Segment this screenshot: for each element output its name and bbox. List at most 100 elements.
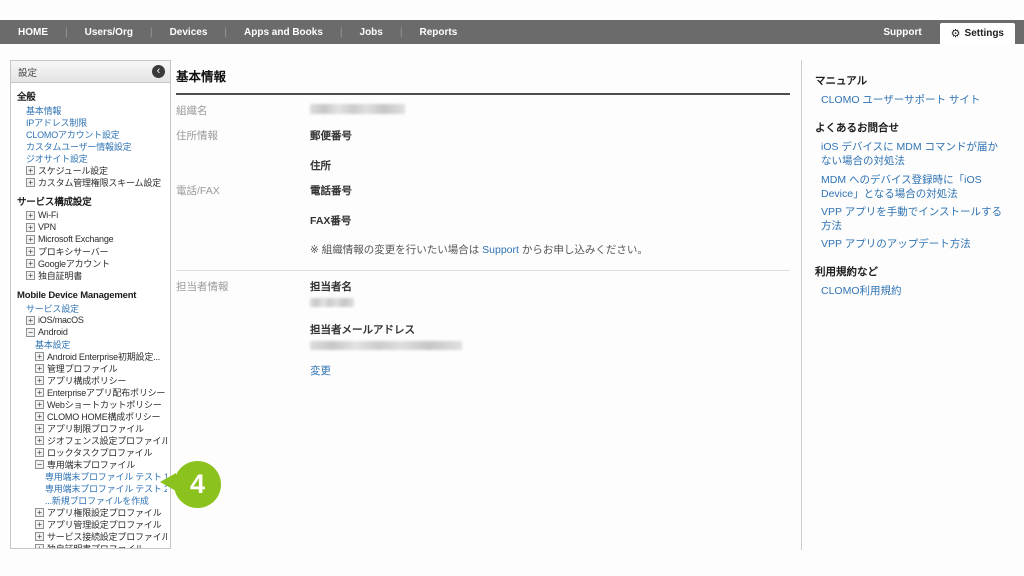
org-change-note: ※ 組織情報の変更を行いたい場合は Support からお申し込みください。 (310, 242, 790, 257)
sidebar-item[interactable]: −Android (15, 326, 167, 338)
sidebar-item[interactable]: サービス設定 (15, 302, 167, 314)
expand-minus-icon[interactable]: − (26, 328, 35, 337)
collapse-sidebar-icon[interactable]: ‹ (152, 65, 165, 78)
sidebar-item[interactable]: ジオサイト設定 (15, 152, 167, 164)
expand-plus-icon[interactable]: + (35, 532, 44, 541)
nav-item-apps-and-books[interactable]: Apps and Books (227, 27, 340, 38)
sidebar-item[interactable]: +Enterpriseアプリ配布ポリシー (15, 386, 167, 398)
sidebar-item-label: サービス設定 (26, 302, 79, 314)
sidebar-item[interactable]: +Microsoft Exchange (15, 233, 167, 245)
expand-minus-icon[interactable]: − (35, 460, 44, 469)
sidebar-item[interactable]: +スケジュール設定 (15, 164, 167, 176)
change-link[interactable]: 変更 (310, 363, 462, 378)
sidebar-item[interactable]: +カスタム管理権限スキーム設定 (15, 176, 167, 188)
sidebar-item[interactable]: カスタムユーザー情報設定 (15, 140, 167, 152)
nav-item-reports[interactable]: Reports (402, 27, 474, 38)
expand-plus-icon[interactable]: + (35, 448, 44, 457)
top-navigation-bar: HOME|Users/Org|Devices|Apps and Books|Jo… (0, 20, 1024, 44)
help-link[interactable]: CLOMO ユーザーサポート サイト (815, 91, 1003, 109)
phone-fax-label: 電話/FAX (176, 183, 310, 228)
nav-item-users-org[interactable]: Users/Org (68, 27, 150, 38)
help-link[interactable]: MDM へのデバイス登録時に「iOS Device」となる場合の対処法 (815, 171, 1003, 203)
expand-plus-icon[interactable]: + (35, 508, 44, 517)
sidebar-item-label: ジオサイト設定 (26, 152, 88, 164)
support-link[interactable]: Support (482, 244, 519, 256)
expand-plus-icon[interactable]: + (26, 271, 35, 280)
sidebar-item[interactable]: +ジオフェンス設定プロファイル (15, 434, 167, 446)
sidebar-item[interactable]: +Googleアカウント (15, 257, 167, 269)
sidebar-item[interactable]: +管理プロファイル (15, 362, 167, 374)
expand-plus-icon[interactable]: + (35, 376, 44, 385)
sidebar-item[interactable]: +独自証明書 (15, 269, 167, 281)
sidebar-item[interactable]: ...新規プロファイルを作成 (15, 494, 167, 506)
sidebar-item[interactable]: +アプリ制限プロファイル (15, 422, 167, 434)
expand-plus-icon[interactable]: + (35, 412, 44, 421)
sidebar-item[interactable]: +アプリ構成ポリシー (15, 374, 167, 386)
contact-info-label: 担当者情報 (176, 279, 310, 378)
expand-plus-icon[interactable]: + (35, 436, 44, 445)
sidebar-item-label: Microsoft Exchange (38, 234, 113, 244)
sidebar-item[interactable]: +Android Enterprise初期設定... (15, 350, 167, 362)
help-link[interactable]: VPP アプリを手動でインストールする方法 (815, 203, 1003, 235)
sidebar-item[interactable]: +ロックタスクプロファイル (15, 446, 167, 458)
nav-item-jobs[interactable]: Jobs (343, 27, 400, 38)
expand-plus-icon[interactable]: + (35, 388, 44, 397)
phone-fax-row: 電話/FAX 電話番号 FAX番号 (176, 173, 790, 228)
sidebar-item[interactable]: +Wi-Fi (15, 209, 167, 221)
nav-tab-settings[interactable]: ⚙ Settings (940, 23, 1015, 44)
help-link[interactable]: CLOMO利用規約 (815, 282, 1003, 300)
sidebar-item-label: Android Enterprise初期設定... (47, 350, 160, 362)
help-link[interactable]: iOS デバイスに MDM コマンドが届かない場合の対処法 (815, 138, 1003, 170)
sidebar-item[interactable]: 基本設定 (15, 338, 167, 350)
expand-plus-icon[interactable]: + (26, 259, 35, 268)
sidebar-item-label: Googleアカウント (38, 257, 110, 269)
sidebar-item[interactable]: +サービス接続設定プロファイル (15, 530, 167, 542)
sidebar-item[interactable]: 専用端末プロファイル テスト 2 (15, 482, 167, 494)
address-values: 郵便番号 住所 (310, 128, 352, 173)
sidebar-item[interactable]: +アプリ管理設定プロファイル (15, 518, 167, 530)
sidebar-item-label: プロキシサーバー (38, 245, 108, 257)
expand-plus-icon[interactable]: + (35, 364, 44, 373)
expand-plus-icon[interactable]: + (26, 316, 35, 325)
expand-plus-icon[interactable]: + (35, 544, 44, 550)
sidebar-item[interactable]: +CLOMO HOME構成ポリシー (15, 410, 167, 422)
help-section-title: 利用規約など (815, 264, 1003, 279)
expand-plus-icon[interactable]: + (35, 400, 44, 409)
sidebar-item-label: Android (38, 327, 68, 337)
sidebar-sections: 全般基本情報IPアドレス制限CLOMOアカウント設定カスタムユーザー情報設定ジオ… (11, 83, 170, 549)
sidebar-item[interactable]: +Webショートカットポリシー (15, 398, 167, 410)
contact-info-row: 担当者情報 担当者名 担当者メールアドレス 変更 (176, 271, 790, 378)
fax-number-label: FAX番号 (310, 213, 352, 228)
sidebar-item[interactable]: −専用端末プロファイル (15, 458, 167, 470)
sidebar-item[interactable]: +プロキシサーバー (15, 245, 167, 257)
expand-plus-icon[interactable]: + (35, 352, 44, 361)
sidebar-item[interactable]: +VPN (15, 221, 167, 233)
sidebar-item[interactable]: 専用端末プロファイル テスト 1 (15, 470, 167, 482)
expand-plus-icon[interactable]: + (35, 520, 44, 529)
sidebar-item[interactable]: +iOS/macOS (15, 314, 167, 326)
expand-plus-icon[interactable]: + (26, 223, 35, 232)
sidebar-item[interactable]: IPアドレス制限 (15, 116, 167, 128)
expand-plus-icon[interactable]: + (26, 235, 35, 244)
sidebar-item[interactable]: CLOMOアカウント設定 (15, 128, 167, 140)
expand-plus-icon[interactable]: + (26, 166, 35, 175)
sidebar-item-label: 基本設定 (35, 338, 70, 350)
expand-plus-icon[interactable]: + (26, 211, 35, 220)
sidebar-item-label: 独自証明書 (38, 269, 82, 281)
address-row: 住所情報 郵便番号 住所 (176, 118, 790, 173)
expand-plus-icon[interactable]: + (26, 247, 35, 256)
redacted-org-name (310, 104, 405, 114)
nav-item-home[interactable]: HOME (1, 27, 65, 38)
nav-right-group: Support ⚙ Settings (883, 20, 1024, 44)
sidebar-item[interactable]: +アプリ権限設定プロファイル (15, 506, 167, 518)
address-label: 住所情報 (176, 128, 310, 173)
expand-plus-icon[interactable]: + (26, 178, 35, 187)
nav-item-support[interactable]: Support (883, 27, 921, 38)
sidebar-item[interactable]: +独自証明書プロファイル (15, 542, 167, 549)
sidebar-section-title: 全般 (15, 91, 167, 104)
sidebar-item[interactable]: 基本情報 (15, 104, 167, 116)
nav-item-devices[interactable]: Devices (153, 27, 225, 38)
help-link[interactable]: VPP アプリのアップデート方法 (815, 235, 1003, 253)
expand-plus-icon[interactable]: + (35, 424, 44, 433)
nav-menu: HOME|Users/Org|Devices|Apps and Books|Jo… (0, 20, 474, 44)
